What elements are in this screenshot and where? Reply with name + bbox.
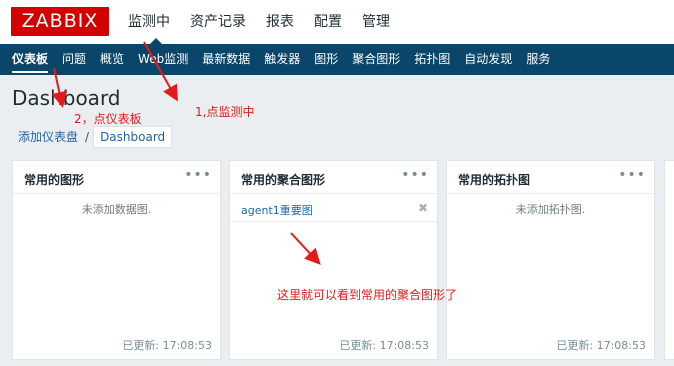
annotation-step1: 1,点监测中	[195, 105, 255, 119]
widget-title: 常用的聚合图形	[241, 173, 326, 187]
widget-partial	[664, 160, 674, 360]
menu-item-configuration[interactable]: 配置	[304, 0, 352, 44]
subnav-item-triggers[interactable]: 触发器	[257, 44, 307, 75]
subnav-item-discovery[interactable]: 自动发现	[457, 44, 519, 75]
logo-text: ZABBIX	[21, 10, 99, 32]
widget-updated-time: 已更新: 17:08:53	[556, 339, 646, 352]
zabbix-logo[interactable]: ZABBIX	[11, 7, 109, 36]
page-title: Dashboard	[12, 86, 121, 110]
breadcrumb: 添加仪表盘 / Dashboard	[12, 126, 173, 148]
subnav-item-screens[interactable]: 聚合图形	[345, 44, 407, 75]
subnav-item-dashboard[interactable]: 仪表板	[5, 44, 55, 75]
sub-nav: 仪表板 问题 概览 Web监测 最新数据 触发器 图形 聚合图形 拓扑图 自动发…	[0, 44, 674, 75]
subnav-item-latest-data[interactable]: 最新数据	[195, 44, 257, 75]
widget-favourite-screens: 常用的聚合图形 ••• agent1重要图 ✖ 已更新: 17:08:53	[229, 160, 438, 360]
widget-divider	[13, 193, 220, 194]
breadcrumb-add-dashboard-link[interactable]: 添加仪表盘	[12, 126, 84, 148]
annotation-note: 这里就可以看到常用的聚合图形了	[277, 288, 458, 302]
menu-item-monitoring[interactable]: 监测中	[118, 0, 180, 44]
menu-item-administration[interactable]: 管理	[352, 0, 400, 44]
widget-divider	[447, 193, 654, 194]
widget-empty-text: 未添加数据图.	[81, 203, 152, 216]
subnav-item-web[interactable]: Web监测	[131, 44, 195, 75]
breadcrumb-current[interactable]: Dashboard	[93, 126, 173, 148]
breadcrumb-separator: /	[85, 130, 90, 144]
widget-title: 常用的图形	[24, 173, 85, 187]
widget-favourite-graphs: 常用的图形 ••• 未添加数据图. 已更新: 17:08:53	[12, 160, 221, 360]
subnav-item-services[interactable]: 服务	[519, 44, 557, 75]
more-dots-icon[interactable]: •••	[401, 167, 429, 183]
top-header: ZABBIX 监测中 资产记录 报表 配置 管理	[0, 0, 674, 44]
menu-item-reports[interactable]: 报表	[256, 0, 304, 44]
widget-title: 常用的拓扑图	[458, 173, 531, 187]
widget-row-divider	[230, 221, 437, 222]
close-icon[interactable]: ✖	[418, 201, 428, 215]
widget-favourite-maps: 常用的拓扑图 ••• 未添加拓扑图. 已更新: 17:08:53	[446, 160, 655, 360]
widget-updated-time: 已更新: 17:08:53	[339, 339, 429, 352]
subnav-item-graphs[interactable]: 图形	[307, 44, 345, 75]
subnav-item-overview[interactable]: 概览	[93, 44, 131, 75]
widget-divider	[230, 193, 437, 194]
more-dots-icon[interactable]: •••	[618, 167, 646, 183]
menu-item-inventory[interactable]: 资产记录	[180, 0, 256, 44]
annotation-step2: 2，点仪表板	[74, 112, 142, 126]
widget-empty-text: 未添加拓扑图.	[515, 203, 586, 216]
more-dots-icon[interactable]: •••	[184, 167, 212, 183]
widget-updated-time: 已更新: 17:08:53	[122, 339, 212, 352]
subnav-item-problems[interactable]: 问题	[55, 44, 93, 75]
subnav-item-maps[interactable]: 拓扑图	[407, 44, 457, 75]
favourite-screen-link[interactable]: agent1重要图	[241, 202, 313, 218]
